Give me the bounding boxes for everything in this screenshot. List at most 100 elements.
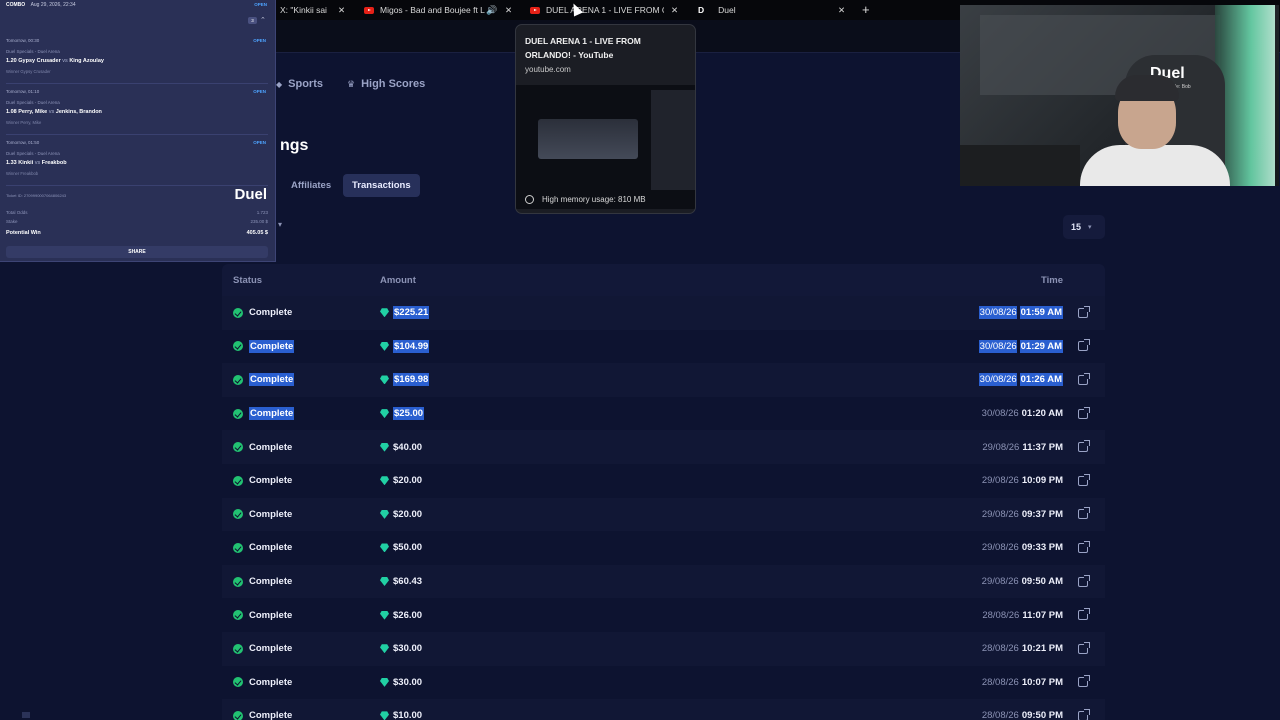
leg-match: 1.08 Perry, Mike vs Jenkins, Brandon: [6, 109, 102, 115]
potential-win-row: Potential Win 405.05 $: [6, 230, 268, 236]
table-body: Complete $225.21 30/08/26 01:59 AM Complete $…: [222, 296, 1105, 720]
close-icon[interactable]: ✕: [838, 0, 845, 20]
table-row: Complete $25.00 30/08/26 01:20 AM: [222, 396, 1105, 431]
leg-status-badge: OPEN: [253, 140, 266, 145]
leg-match: 1.20 Gypsy Crusader vs King Azoulay: [6, 58, 104, 64]
sports-icon: ◆: [276, 79, 283, 89]
open-transaction-link[interactable]: [1078, 666, 1090, 700]
time-cell: 29/08/26 09:37 PM: [982, 498, 1063, 532]
external-link-icon: [1078, 339, 1090, 352]
gem-icon: [380, 409, 389, 419]
close-icon[interactable]: ✕: [671, 0, 678, 20]
amount-value: $225.21: [393, 306, 430, 320]
check-circle-icon: [233, 374, 243, 385]
chevron-down-icon[interactable]: ▾: [278, 220, 282, 229]
duel-favicon-icon: D: [698, 5, 705, 15]
status-cell: Complete: [233, 598, 292, 632]
leg-event: Duel Specials - Duel Arena: [6, 49, 60, 54]
external-link-icon: [1078, 540, 1090, 553]
nav-sports[interactable]: ◆ Sports: [276, 78, 323, 90]
vs-label: vs: [48, 109, 55, 115]
check-circle-icon: [233, 341, 243, 352]
gem-icon: [380, 442, 389, 452]
table-row: Complete $30.00 28/08/26 10:07 PM: [222, 665, 1105, 700]
leg-away: King Azoulay: [69, 58, 104, 64]
bet-leg: Tomorrow, 00:30 OPEN Duel Specials - Due…: [6, 38, 268, 84]
tab-affiliates[interactable]: Affiliates: [282, 174, 340, 197]
amount-value: $50.00: [393, 542, 423, 554]
page-size-select[interactable]: 15 ▾: [1063, 215, 1105, 239]
time-value: 09:37 PM: [1021, 508, 1063, 520]
gem-icon: [380, 341, 389, 351]
scroll-indicator: [22, 712, 30, 718]
close-icon[interactable]: ✕: [338, 0, 345, 20]
status-cell: Complete: [233, 296, 292, 330]
date-value: 28/08/26: [981, 643, 1019, 655]
open-transaction-link[interactable]: [1078, 565, 1090, 599]
time-cell: 29/08/26 11:37 PM: [982, 430, 1063, 464]
streamer-body: [1080, 145, 1230, 186]
open-transaction-link[interactable]: [1078, 464, 1090, 498]
leg-odds: 1.08: [6, 109, 17, 115]
open-transaction-link[interactable]: [1078, 699, 1090, 720]
time-value: 11:07 PM: [1022, 609, 1063, 621]
stake-label: Stake: [6, 219, 18, 224]
open-transaction-link[interactable]: [1078, 430, 1090, 464]
status-cell: Complete: [233, 330, 295, 364]
close-icon[interactable]: ✕: [505, 0, 512, 20]
leg-event: Duel Specials - Duel Arena: [6, 151, 60, 156]
hover-card-domain: youtube.com: [525, 65, 571, 74]
amount-cell: $20.00: [380, 498, 422, 532]
leg-pick: Winner Gypsy Crusader: [6, 69, 51, 74]
table-row: Complete $26.00 28/08/26 11:07 PM: [222, 598, 1105, 632]
leg-odds: 1.20: [6, 58, 17, 64]
open-transaction-link[interactable]: [1078, 397, 1090, 431]
nav-sports-label: Sports: [288, 78, 323, 90]
amount-cell: $50.00: [380, 531, 422, 565]
vs-label: vs: [34, 160, 41, 166]
tab-transactions[interactable]: Transactions: [343, 174, 420, 197]
open-transaction-link[interactable]: [1078, 632, 1090, 666]
date-value: 28/08/26: [982, 609, 1020, 621]
external-link-icon: [1078, 675, 1090, 688]
share-button[interactable]: SHARE: [6, 246, 268, 258]
amount-cell: $30.00: [380, 666, 422, 700]
check-circle-icon: [233, 542, 243, 553]
time-value: 09:33 PM: [1021, 542, 1063, 554]
time-column-header: Time: [1040, 275, 1063, 286]
amount-cell: $40.00: [380, 430, 422, 464]
new-tab-button[interactable]: +: [862, 2, 870, 17]
check-circle-icon: [233, 475, 243, 486]
amount-value: $10.00: [393, 710, 423, 720]
table-row: Complete $104.99 30/08/26 01:29 AM: [222, 329, 1105, 364]
amount-column-header: Amount: [380, 275, 416, 286]
amount-cell: $30.00: [380, 632, 422, 666]
status-label: Complete: [249, 373, 295, 387]
bet-slip-overlay: COMBO Aug 29, 2026, 22:34 OPEN 3 ⌃ Tomor…: [0, 0, 276, 262]
leg-time: Tomorrow, 01:10: [6, 89, 40, 94]
tab-duel[interactable]: D Duel: [698, 0, 838, 20]
tab-duel-arena-video[interactable]: DUEL ARENA 1 - LIVE FROM OR: [530, 0, 664, 20]
status-label: Complete: [249, 407, 295, 421]
open-transaction-link[interactable]: [1078, 498, 1090, 532]
open-transaction-link[interactable]: [1078, 296, 1090, 330]
table-row: Complete $20.00 29/08/26 09:37 PM: [222, 497, 1105, 532]
nav-high-scores[interactable]: ♛ High Scores: [347, 78, 425, 90]
tab-migos-video[interactable]: Migos - Bad and Boujee ft L: [364, 0, 486, 20]
amount-cell: $104.99: [380, 330, 430, 364]
open-transaction-link[interactable]: [1078, 598, 1090, 632]
chevron-up-icon[interactable]: ⌃: [260, 16, 266, 24]
total-odds-row: Total Odds 1.723: [6, 210, 268, 215]
table-row: Complete $50.00 29/08/26 09:33 PM: [222, 531, 1105, 565]
open-transaction-link[interactable]: [1078, 531, 1090, 565]
speaker-icon[interactable]: 🔊: [486, 0, 497, 20]
open-transaction-link[interactable]: [1078, 330, 1090, 364]
bet-slip-header: COMBO Aug 29, 2026, 22:34: [6, 2, 76, 8]
page-title: ngs: [280, 137, 309, 154]
open-transaction-link[interactable]: [1078, 363, 1090, 397]
date-value: 29/08/26: [981, 475, 1019, 487]
status-cell: Complete: [233, 363, 295, 397]
tab-preview-thumbnail: [516, 85, 695, 209]
external-link-icon: [1078, 473, 1090, 486]
tab-x-post[interactable]: X: "Kinkii sai: [280, 0, 344, 20]
